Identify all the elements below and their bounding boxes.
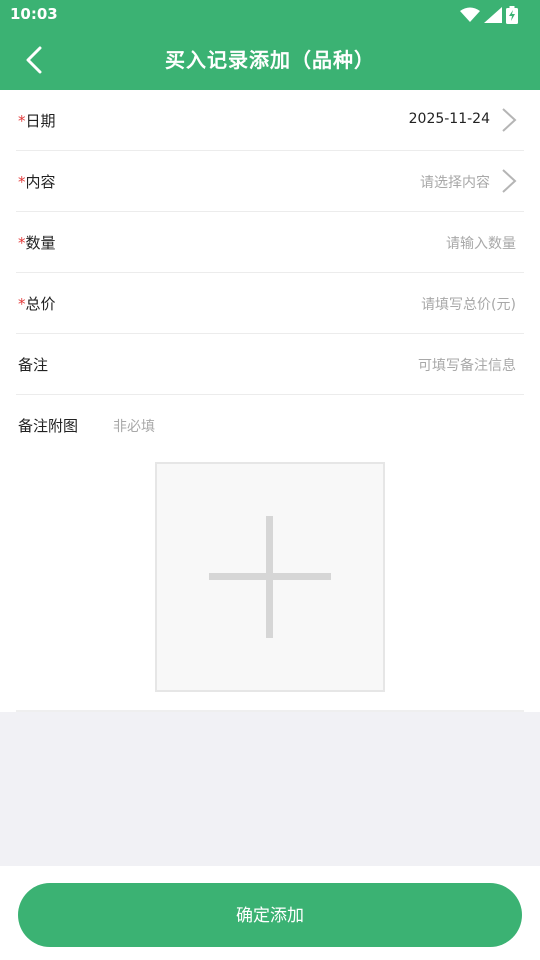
quantity-input[interactable]: 请输入数量 — [446, 233, 516, 253]
chevron-right-icon — [502, 169, 517, 193]
divider — [16, 710, 524, 712]
image-upload-button[interactable] — [155, 462, 385, 692]
quantity-label-text: 数量 — [25, 234, 56, 252]
remark-input[interactable]: 可填写备注信息 — [418, 355, 516, 375]
status-time: 10:03 — [10, 5, 58, 23]
content-label-text: 内容 — [25, 173, 56, 191]
status-icons — [460, 5, 518, 25]
content-label: *内容 — [18, 171, 56, 192]
attachment-label: 备注附图 — [18, 417, 79, 435]
remark-row: 备注 可填写备注信息 — [16, 334, 524, 395]
total-price-label-text: 总价 — [25, 295, 56, 313]
content-row[interactable]: *内容 请选择内容 — [16, 151, 524, 212]
date-value[interactable]: 2025-11-24 — [409, 111, 490, 127]
page-title: 买入记录添加（品种） — [165, 48, 375, 72]
footer: 确定添加 — [0, 866, 540, 960]
wifi-icon — [460, 7, 480, 22]
total-price-label: *总价 — [18, 293, 56, 314]
status-bar: 10:03 — [0, 0, 540, 30]
submit-button[interactable]: 确定添加 — [18, 883, 522, 947]
remark-label: 备注 — [18, 356, 49, 374]
required-mark: * — [18, 173, 26, 191]
date-label: *日期 — [18, 110, 56, 131]
quantity-label: *数量 — [18, 232, 56, 253]
plus-icon — [209, 516, 331, 638]
attachment-row: 备注附图 非必填 — [16, 395, 524, 455]
date-row[interactable]: *日期 2025-11-24 — [16, 90, 524, 151]
date-label-text: 日期 — [25, 112, 56, 130]
required-mark: * — [18, 295, 26, 313]
required-mark: * — [18, 234, 26, 252]
header: 10:03 买入记录添加（品种） — [0, 0, 540, 90]
required-mark: * — [18, 112, 26, 130]
content-select[interactable]: 请选择内容 — [420, 172, 490, 192]
navbar: 买入记录添加（品种） — [0, 30, 540, 90]
form-container: *日期 2025-11-24 *内容 请选择内容 *数量 请输入数量 *总价 请… — [0, 90, 540, 712]
quantity-row: *数量 请输入数量 — [16, 212, 524, 273]
chevron-right-icon — [502, 108, 517, 132]
total-price-row: *总价 请填写总价(元) — [16, 273, 524, 334]
total-price-input[interactable]: 请填写总价(元) — [421, 294, 516, 314]
attachment-hint: 非必填 — [113, 419, 155, 435]
screen: 10:03 买入记录添加（品种） *日期 2025-11-24 *内容 请选择内… — [0, 0, 540, 960]
signal-icon — [484, 7, 502, 23]
battery-charging-icon — [506, 6, 518, 24]
